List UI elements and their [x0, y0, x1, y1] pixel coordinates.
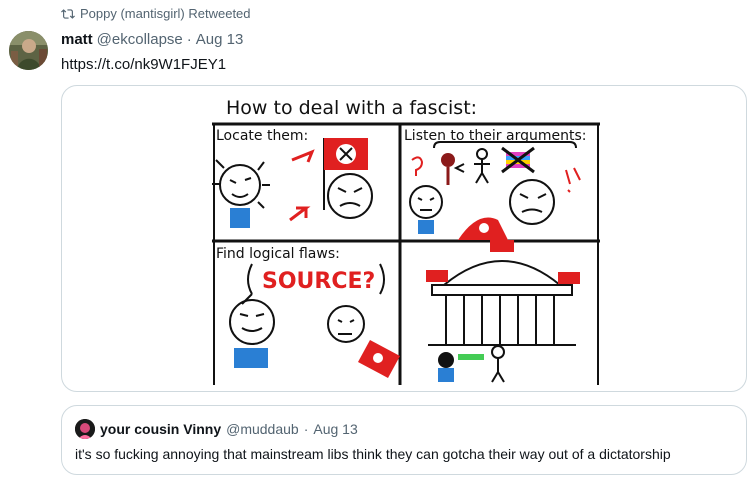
- quote-date[interactable]: Aug 13: [313, 421, 357, 437]
- header-separator: ·: [186, 31, 192, 48]
- panel-1-caption: Locate them:: [216, 128, 308, 144]
- panel-3-caption: Find logical flaws:: [216, 246, 340, 262]
- retweet-icon: [61, 8, 75, 19]
- media-card[interactable]: How to deal with a fascist: Locate them:…: [61, 85, 747, 392]
- quote-text: it's so fucking annoying that mainstream…: [75, 446, 671, 462]
- quote-avatar[interactable]: [75, 419, 95, 439]
- retweet-indicator[interactable]: Poppy (mantisgirl) Retweeted: [61, 6, 251, 21]
- tweet-date[interactable]: Aug 13: [196, 31, 244, 48]
- speech-source: SOURCE?: [262, 269, 375, 294]
- avatar-image: [9, 31, 48, 70]
- avatar[interactable]: [9, 31, 48, 70]
- author-name[interactable]: matt: [61, 31, 93, 48]
- author-handle[interactable]: @ekcollapse: [97, 31, 183, 48]
- quote-author-name[interactable]: your cousin Vinny: [100, 421, 221, 437]
- quote-avatar-image: [75, 419, 95, 439]
- quoted-tweet[interactable]: your cousin Vinny @muddaub · Aug 13 it's…: [61, 405, 747, 475]
- quote-author-handle[interactable]: @muddaub: [226, 421, 299, 437]
- retweet-text: Poppy (mantisgirl) Retweeted: [80, 6, 251, 21]
- comic-image: How to deal with a fascist: Locate them:…: [212, 90, 600, 385]
- comic-title: How to deal with a fascist:: [226, 97, 477, 119]
- tweet-header: matt @ekcollapse · Aug 13: [61, 31, 243, 48]
- quote-separator: ·: [303, 421, 309, 437]
- quote-header: your cousin Vinny @muddaub · Aug 13: [75, 419, 358, 439]
- tweet-link[interactable]: https://t.co/nk9W1FJEY1: [61, 56, 226, 73]
